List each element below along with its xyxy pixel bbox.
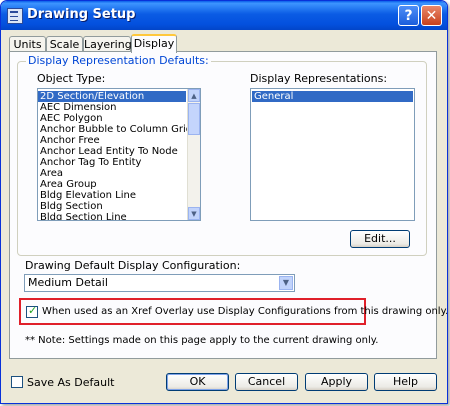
apply-button[interactable]: Apply [305,373,368,391]
display-config-select[interactable]: Medium Detail ▼ [24,274,295,292]
object-type-item[interactable]: Bldg Section Line [38,212,186,220]
config-label: Drawing Default Display Configuration: [25,259,241,272]
note-text: ** Note: Settings made on this page appl… [25,335,379,346]
scroll-down-icon[interactable]: ▼ [188,207,200,220]
dropdown-arrow-icon[interactable]: ▼ [279,276,293,290]
object-type-item[interactable]: Anchor Free [38,135,186,146]
dialog-window: Drawing Setup ? ✕ Units Scale Layering D… [0,0,448,404]
help-button[interactable]: Help [374,373,437,391]
display-config-value: Medium Detail [28,276,108,289]
save-default-label[interactable]: Save As Default [27,376,114,389]
window-title: Drawing Setup [27,7,136,22]
display-rep-item-general[interactable]: General [252,91,413,102]
object-type-item[interactable]: Bldg Section [38,201,186,212]
object-type-item[interactable]: AEC Dimension [38,102,186,113]
drawing-setup-icon [7,8,23,24]
object-type-item[interactable]: Anchor Tag To Entity [38,157,186,168]
scroll-thumb[interactable] [188,103,200,135]
save-default-checkbox[interactable] [11,376,23,388]
display-reps-list[interactable]: General [250,88,415,221]
object-type-item[interactable]: AEC Polygon [38,113,186,124]
scroll-up-icon[interactable]: ▲ [188,89,200,102]
ok-button[interactable]: OK [166,373,229,391]
xref-checkbox[interactable]: ✓ [26,304,38,318]
group-label: Display Representation Defaults: [26,54,211,67]
help-icon[interactable]: ? [398,5,419,26]
display-reps-label: Display Representations: [250,72,388,85]
edit-button[interactable]: Edit... [350,230,410,248]
object-type-list[interactable]: 2D Section/Elevation AEC Dimension AEC Pol… [37,88,201,221]
object-type-scrollbar[interactable]: ▲ ▼ [187,89,200,220]
tab-display[interactable]: Display [131,34,177,53]
cancel-button[interactable]: Cancel [235,373,298,391]
close-icon[interactable]: ✕ [421,5,442,26]
object-type-label: Object Type: [37,72,106,85]
object-type-item[interactable]: Area Group [38,179,186,190]
object-type-item[interactable]: Area [38,168,186,179]
checkmark-icon: ✓ [28,304,38,317]
object-type-item[interactable]: Anchor Bubble to Column Grid [38,124,192,135]
object-type-item[interactable]: Bldg Elevation Line [38,190,186,201]
tab-units[interactable]: Units [9,36,46,52]
xref-checkbox-label[interactable]: When used as an Xref Overlay use Display… [42,306,447,317]
tab-layering[interactable]: Layering [83,36,132,52]
title-bar[interactable]: Drawing Setup ? ✕ [1,1,447,30]
object-type-item[interactable]: Anchor Lead Entity To Node [38,146,186,157]
object-type-item[interactable]: 2D Section/Elevation [38,91,186,102]
tab-scale[interactable]: Scale [46,36,83,52]
